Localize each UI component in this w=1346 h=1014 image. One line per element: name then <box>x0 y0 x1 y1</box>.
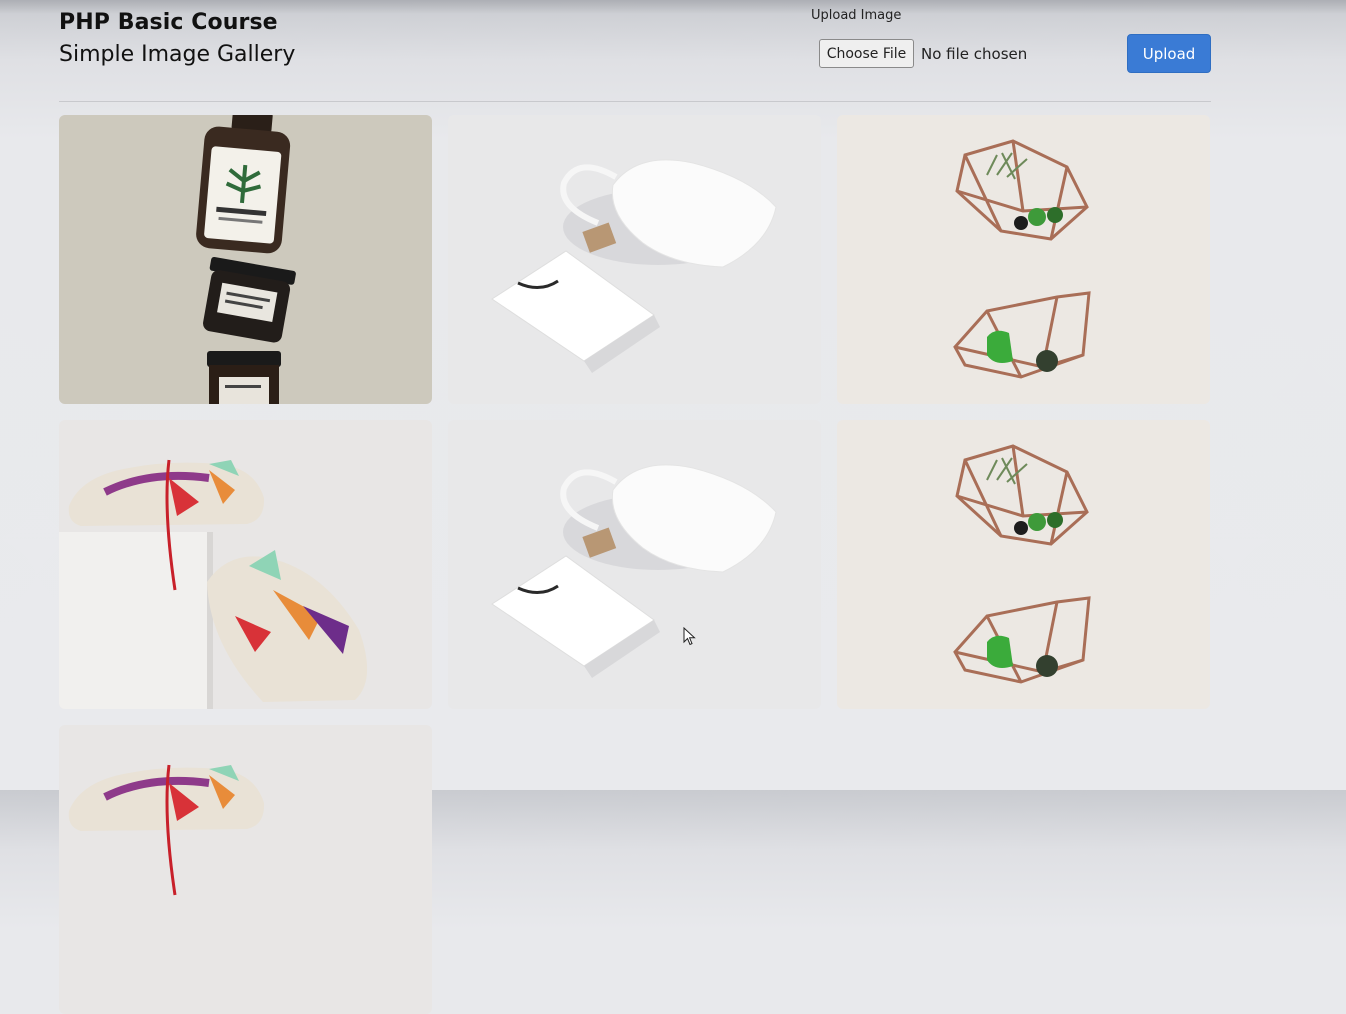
jars-photo <box>59 115 432 404</box>
upload-button[interactable]: Upload <box>1127 34 1211 73</box>
upload-image-label: Upload Image <box>811 8 902 23</box>
page-subtitle: Simple Image Gallery <box>59 42 296 67</box>
choose-file-button[interactable]: Choose File <box>819 39 914 68</box>
gallery-image-jars[interactable] <box>59 115 432 404</box>
bags-photo <box>448 420 821 709</box>
sneakers-photo <box>59 420 432 709</box>
sneakers-photo <box>59 725 432 1014</box>
gallery-image-sneakers[interactable] <box>59 420 432 709</box>
gallery-image-terrarium[interactable] <box>837 420 1210 709</box>
gallery-image-terrarium[interactable] <box>837 115 1210 404</box>
gallery-image-sneakers[interactable] <box>59 725 432 1014</box>
file-status-text: No file chosen <box>921 45 1028 63</box>
terrarium-photo <box>837 420 1210 709</box>
mouse-cursor-icon <box>683 627 696 646</box>
gallery-image-bags[interactable] <box>448 115 821 404</box>
bags-photo <box>448 115 821 404</box>
header-divider <box>59 101 1211 102</box>
page-title: PHP Basic Course <box>59 10 278 35</box>
terrarium-photo <box>837 115 1210 404</box>
gallery-image-bags[interactable] <box>448 420 821 709</box>
